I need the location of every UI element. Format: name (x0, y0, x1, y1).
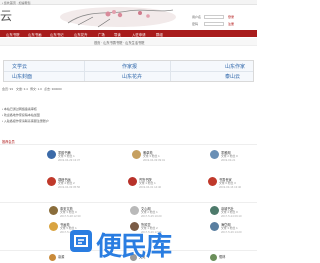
member-date: 2019-04-01 14:40 (139, 185, 162, 189)
member-card[interactable]: 儒林 (210, 254, 290, 262)
main-nav: 山东书院 山东书画 山东书记 山东花卉 广场 导读 入驻申请 群组 (0, 30, 257, 37)
top-bar-text: • 您处首页 · 加速帮您 (2, 0, 31, 5)
avatar (210, 222, 219, 231)
notice-item[interactable]: • 欢迎各地作家投稿本站加盟 (2, 113, 40, 117)
sub-nav: 首页 · 山东书香书院 · 山东生活书院 (0, 38, 257, 46)
member-date: 2019-04-29 13:37 (58, 158, 81, 162)
avatar (130, 206, 139, 215)
login-panel: 用户名 登录 密码 注册 (190, 13, 254, 30)
stat-item: 文章: 3.4 (16, 87, 28, 91)
watermark-logo-icon (70, 230, 92, 252)
member-date: 2017-5-24 09:10 (221, 214, 242, 218)
nav-item-8[interactable]: 群组 (156, 32, 163, 37)
avatar (49, 206, 58, 215)
nav-item-2[interactable]: 山东书画 (28, 32, 42, 37)
avatar (210, 206, 219, 215)
stat-item: 博文: 1.0 (30, 87, 42, 91)
avatar (210, 150, 219, 159)
member-date: 2019-03-16 13:40 (219, 185, 242, 189)
watermark-text: 便民库 (96, 232, 172, 262)
username-row: 用户名 登录 (190, 15, 254, 20)
password-input[interactable] (204, 22, 224, 26)
category-link[interactable]: 泰山云 (225, 73, 240, 80)
notice-item[interactable]: • 本站已通过网络备案审核 (2, 107, 37, 111)
register-link[interactable]: 注册 (228, 22, 234, 26)
banner-ink-art (60, 7, 176, 28)
member-date: 2017-5-25 10:20 (141, 214, 162, 218)
divider (0, 144, 257, 145)
category-link[interactable]: 山东封面 (12, 73, 32, 80)
member-date: 2019-04-09 05:56 (58, 185, 81, 189)
category-grid: 文学云 作家报 山东作家 山东封面 山东花卉 泰山云 (3, 60, 254, 82)
nav-item-5[interactable]: 广场 (98, 32, 105, 37)
member-card[interactable]: 雅卓苑 文章 3 粉丝 1 2019-04-09 09:01 (132, 150, 212, 168)
avatar (49, 254, 56, 261)
nav-item-7[interactable]: 入驻申请 (132, 32, 146, 37)
member-card[interactable]: 书香世家 文章 6 粉丝 3 2019-03-16 13:40 (208, 177, 288, 195)
member-card[interactable]: 墨韵书斋 文章 5 粉丝 1 2019-04-29 13:37 (47, 150, 127, 168)
avatar (210, 254, 217, 261)
member-date: 2017-5-26 14:20 (221, 230, 242, 234)
member-name[interactable]: 泉源 (58, 254, 64, 259)
member-date: 2017-5-28 12:30 (60, 214, 81, 218)
member-date: 2019-03-21 (221, 158, 236, 162)
member-date: 2019-04-09 09:01 (143, 158, 166, 162)
password-label: 密码 (192, 22, 199, 26)
breadcrumb[interactable]: 首页 · 山东书香书院 · 山东生活书院 (94, 40, 144, 45)
category-link[interactable]: 文学云 (12, 63, 27, 70)
username-label: 用户名 (192, 15, 202, 19)
password-row: 密码 注册 (190, 22, 254, 27)
avatar (208, 177, 217, 186)
member-card[interactable]: 观峰书画 文章 4 粉丝 2 2019-04-09 05:56 (47, 177, 127, 195)
stat-item: 会员: 93 (2, 87, 14, 91)
avatar (47, 177, 56, 186)
stat-item: 点击: 300000 (44, 87, 62, 91)
avatar (132, 150, 141, 159)
avatar (47, 150, 56, 159)
nav-item-6[interactable]: 导读 (114, 32, 121, 37)
header-banner: 云 用户名 登录 密码 注册 (0, 5, 257, 30)
avatar (128, 177, 137, 186)
nav-item-1[interactable]: 山东书院 (6, 32, 20, 37)
avatar (49, 222, 58, 231)
site-logo[interactable]: 云 (0, 7, 12, 24)
divider (0, 202, 257, 203)
divider (4, 71, 253, 72)
member-card[interactable]: 海岱阁 文章 3 粉丝 1 2017-5-26 14:20 (210, 222, 290, 240)
member-card[interactable]: 墨雅阁 文章 2 粉丝 0 2019-03-21 (210, 150, 290, 168)
category-link[interactable]: 作家报 (122, 63, 137, 70)
category-link[interactable]: 山东作家 (225, 63, 245, 70)
member-card[interactable]: 齐鲁书院 文章 1 粉丝 1 2019-04-01 14:40 (128, 177, 208, 195)
notice-list: • 本站已通过网络备案审核 • 欢迎各地作家投稿本站加盟 • 入驻各级作家请联系… (0, 99, 257, 127)
nav-item-4[interactable]: 山东花卉 (74, 32, 88, 37)
notice-item[interactable]: • 入驻各级作家请联系客服注册账户 (2, 119, 49, 123)
username-input[interactable] (204, 15, 224, 19)
member-name[interactable]: 儒林 (219, 254, 225, 259)
category-link[interactable]: 山东花卉 (122, 73, 142, 80)
site-stats: 会员: 93 文章: 3.4 博文: 1.0 点击: 300000 (2, 87, 255, 92)
login-link[interactable]: 登录 (228, 15, 234, 19)
nav-item-3[interactable]: 山东书记 (50, 32, 64, 37)
